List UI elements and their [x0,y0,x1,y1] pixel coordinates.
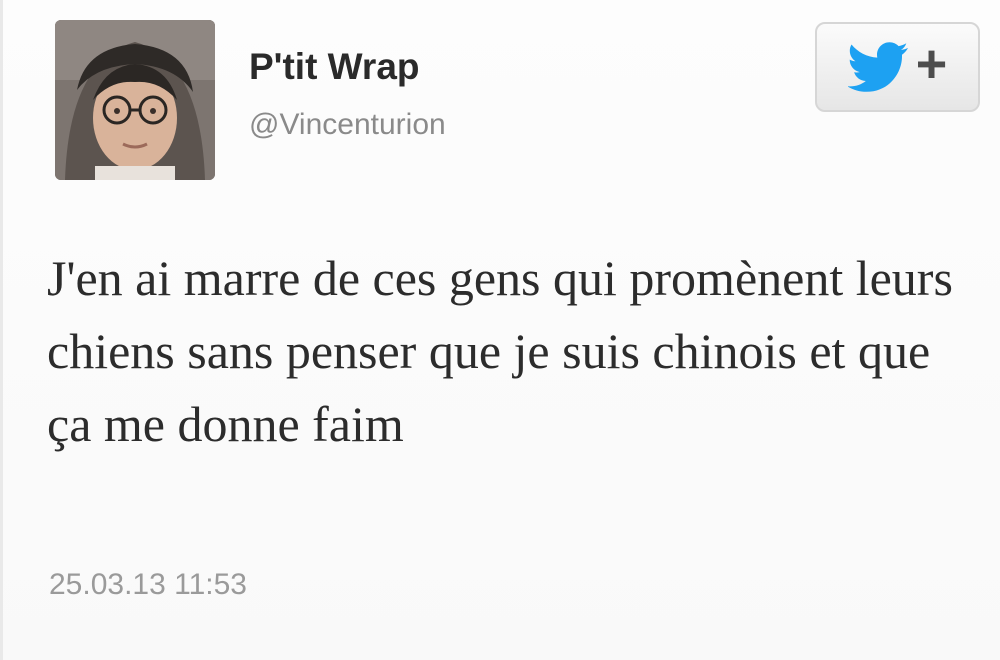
user-handle[interactable]: @Vincenturion [249,108,446,142]
plus-label: + [915,34,948,94]
user-photo [55,20,215,180]
tweet-text: J'en ai marre de ces gens qui promènent … [47,250,953,452]
twitter-bird-icon [847,42,908,92]
follow-button[interactable]: + [815,22,980,112]
tweet-timestamp[interactable]: 25.03.13 11:53 [49,568,247,602]
tweet-card: P'tit Wrap @Vincenturion + J'en ai marre… [0,0,1000,660]
display-name[interactable]: P'tit Wrap [249,46,420,88]
avatar[interactable] [55,20,215,180]
